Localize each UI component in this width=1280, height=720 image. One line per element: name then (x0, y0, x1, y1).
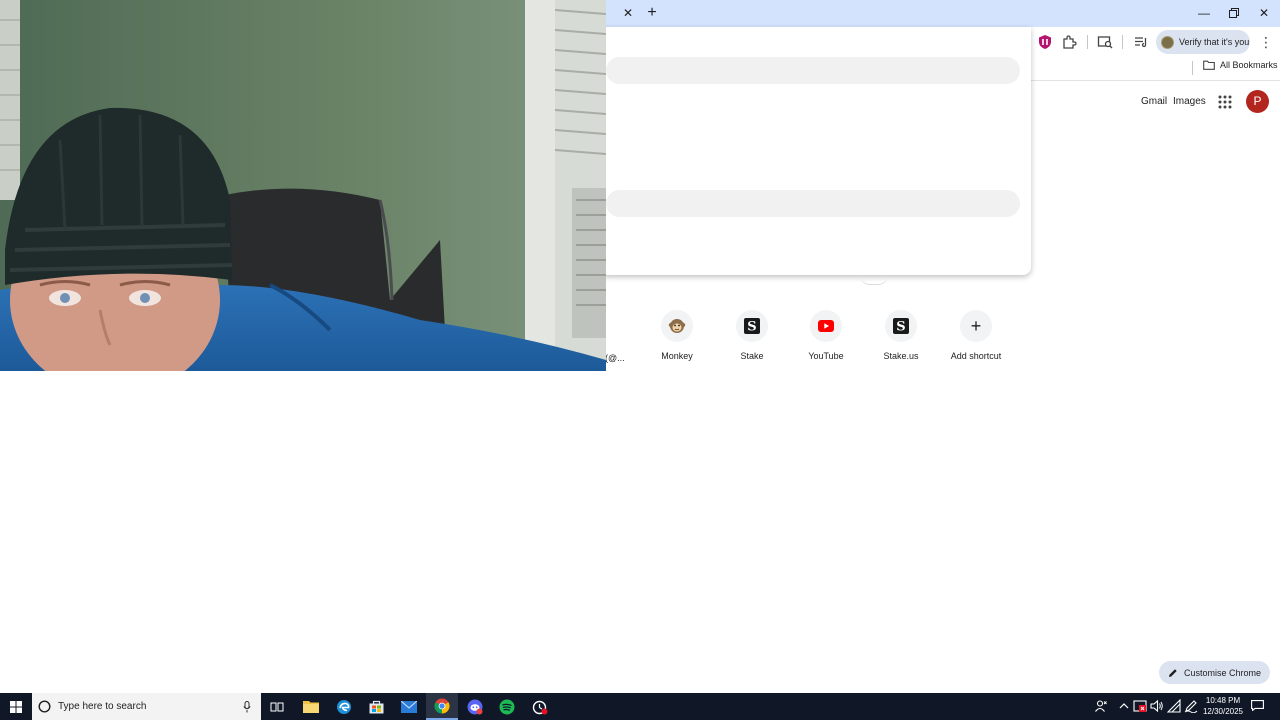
taskbar-clock[interactable]: 10:48 PM 12/30/2025 (1200, 695, 1246, 717)
shortcut-tile (661, 310, 693, 342)
verify-chip-label: Verify that it's you (1179, 37, 1250, 47)
all-bookmarks-button[interactable]: All Bookmarks (1203, 60, 1278, 70)
youtube-logo-icon (818, 320, 834, 332)
shield-extension-icon[interactable] (1037, 34, 1053, 50)
folder-icon (1203, 60, 1215, 70)
shortcut-label: YouTube (808, 351, 844, 361)
stake-logo-icon: S (893, 318, 909, 334)
toolbar-separator (1087, 35, 1088, 49)
shortcut-monkey[interactable]: Monkey (642, 310, 712, 361)
shortcut-label: Stake.us (883, 351, 919, 361)
clock-app-button[interactable] (524, 693, 556, 720)
shortcut-label: Monkey (661, 351, 693, 361)
chrome-button[interactable] (426, 693, 458, 720)
volume-icon[interactable] (1150, 699, 1164, 713)
svg-text:S: S (747, 320, 756, 335)
monkey-icon (668, 319, 686, 333)
mail-button[interactable] (393, 693, 425, 720)
edge-button[interactable] (328, 693, 360, 720)
chrome-menu-icon[interactable]: ⋮ (1259, 34, 1273, 50)
images-link[interactable]: Images (1173, 96, 1206, 107)
google-apps-icon[interactable] (1218, 95, 1232, 109)
microphone-icon[interactable] (243, 701, 251, 713)
file-explorer-button[interactable] (295, 693, 327, 720)
edge-icon (337, 699, 351, 714)
shortcut-add[interactable]: + Add shortcut (941, 310, 1011, 361)
spotify-button[interactable] (491, 693, 523, 720)
spotify-icon (499, 699, 515, 714)
store-button[interactable] (360, 693, 392, 720)
store-icon (369, 700, 383, 713)
windows-taskbar: Type here to search 10:48 PM 12/30/2025 (0, 693, 1280, 720)
taskbar-search-box[interactable]: Type here to search (32, 693, 261, 720)
stake-logo-icon: S (744, 318, 760, 334)
close-window-button[interactable]: ✕ (1254, 3, 1274, 23)
shortcut-tile: S (885, 310, 917, 342)
mail-icon (401, 700, 417, 713)
omnibox-dropdown (600, 27, 1031, 275)
shortcut-label: Add shortcut (950, 351, 1002, 361)
stopwatch-icon (532, 700, 548, 714)
all-bookmarks-label: All Bookmarks (1220, 60, 1278, 70)
pencil-icon (1168, 668, 1177, 677)
task-view-icon (270, 702, 284, 711)
discord-button[interactable] (459, 693, 491, 720)
shortcut-stake-us[interactable]: S Stake.us (866, 310, 936, 361)
dropdown-suggestion-row[interactable] (606, 57, 1020, 84)
account-avatar (1161, 35, 1174, 49)
wifi-icon[interactable] (1167, 699, 1181, 713)
minimize-button[interactable]: — (1194, 3, 1214, 23)
task-view-button[interactable] (261, 693, 293, 720)
discord-icon (467, 699, 483, 714)
people-icon[interactable] (1094, 699, 1108, 713)
bookmarks-separator (1192, 61, 1193, 75)
chrome-icon (434, 698, 450, 713)
security-alert-icon[interactable] (1133, 699, 1147, 713)
shortcut-tile: + (960, 310, 992, 342)
shortcut-youtube[interactable]: YouTube (791, 310, 861, 361)
extensions-icon[interactable] (1061, 34, 1077, 50)
start-button[interactable] (0, 693, 32, 720)
chevron-up-icon[interactable] (1117, 699, 1131, 713)
svg-text:S: S (896, 320, 905, 335)
toolbar-separator (1122, 35, 1123, 49)
webcam-feed-image (0, 0, 606, 371)
customise-chrome-label: Customise Chrome (1183, 667, 1262, 678)
webcam-overlay (0, 0, 606, 371)
verify-identity-chip[interactable]: Verify that it's you (1156, 30, 1250, 54)
new-tab-button[interactable]: + (644, 4, 660, 22)
customise-chrome-button[interactable]: Customise Chrome (1159, 661, 1270, 684)
folder-icon (303, 701, 319, 713)
searchbox-edge (860, 275, 888, 285)
pen-workspace-icon[interactable] (1184, 699, 1198, 713)
notification-icon[interactable] (1251, 700, 1264, 711)
cast-search-icon[interactable] (1097, 34, 1113, 50)
dropdown-suggestion-row[interactable] (606, 190, 1020, 217)
restore-button[interactable] (1224, 3, 1244, 23)
gmail-link[interactable]: Gmail (1141, 96, 1167, 107)
search-placeholder: Type here to search (58, 701, 147, 712)
plus-icon: + (970, 316, 982, 336)
close-tab-icon[interactable]: ✕ (620, 5, 636, 21)
clock-time: 10:48 PM (1205, 696, 1241, 705)
profile-avatar[interactable]: P (1246, 90, 1269, 113)
clock-date: 12/30/2025 (1202, 707, 1244, 716)
shortcut-stake[interactable]: S Stake (717, 310, 787, 361)
shortcut-label: Stake (740, 351, 764, 361)
search-icon (38, 700, 51, 713)
media-queue-icon[interactable] (1133, 34, 1149, 50)
windows-logo-icon (10, 700, 22, 713)
shortcut-tile: S (736, 310, 768, 342)
shortcut-tile (810, 310, 842, 342)
